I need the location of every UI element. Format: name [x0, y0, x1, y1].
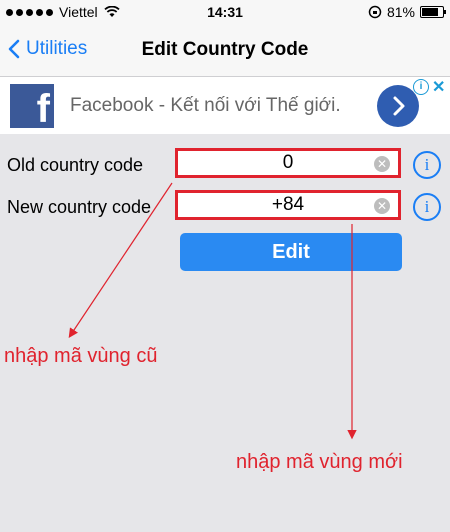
new-code-annotation: nhập mã vùng mới	[236, 451, 403, 473]
old-code-annotation: nhập mã vùng cũ	[4, 345, 158, 367]
old-note-arrow	[68, 182, 173, 338]
